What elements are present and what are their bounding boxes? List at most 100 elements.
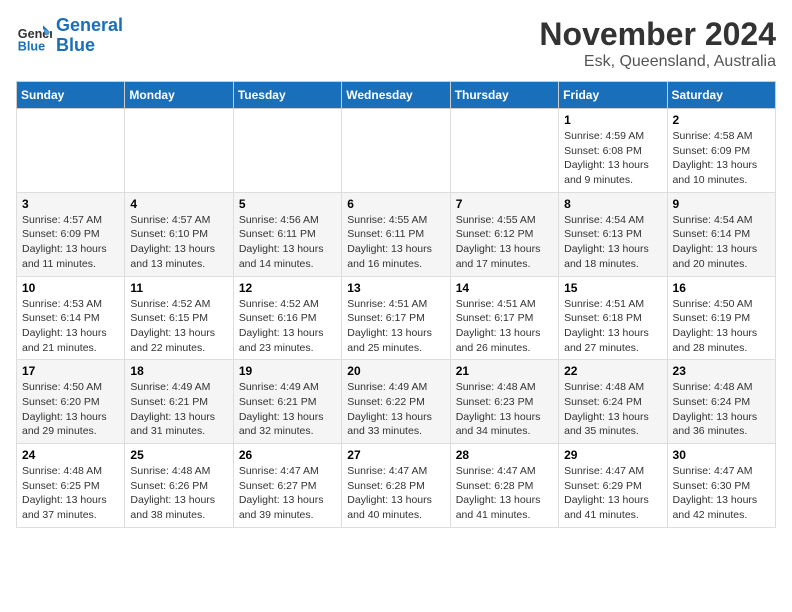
day-info: Sunrise: 4:54 AM Sunset: 6:14 PM Dayligh… xyxy=(673,213,770,272)
page-header: General Blue General Blue November 2024 … xyxy=(16,16,776,71)
calendar-cell: 30 Sunrise: 4:47 AM Sunset: 6:30 PM Dayli… xyxy=(667,444,775,528)
calendar-cell xyxy=(233,109,341,193)
day-number: 13 xyxy=(347,281,444,295)
day-number: 3 xyxy=(22,197,119,211)
day-number: 25 xyxy=(130,448,227,462)
calendar-cell: 25 Sunrise: 4:48 AM Sunset: 6:26 PM Dayli… xyxy=(125,444,233,528)
calendar-week-row: 10Sunrise: 4:53 AM Sunset: 6:14 PM Dayli… xyxy=(17,276,776,360)
day-number: 19 xyxy=(239,364,336,378)
day-info: Sunrise: 4:49 AM Sunset: 6:21 PM Dayligh… xyxy=(130,380,227,439)
day-number: 12 xyxy=(239,281,336,295)
day-info: Sunrise: 4:47 AM Sunset: 6:30 PM Dayligh… xyxy=(673,464,770,523)
day-info: Sunrise: 4:47 AM Sunset: 6:28 PM Dayligh… xyxy=(456,464,553,523)
day-number: 8 xyxy=(564,197,661,211)
calendar-cell xyxy=(17,109,125,193)
calendar-cell: 17 Sunrise: 4:50 AM Sunset: 6:20 PM Dayli… xyxy=(17,360,125,444)
weekday-header: Sunday xyxy=(17,82,125,109)
day-number: 11 xyxy=(130,281,227,295)
day-info: Sunrise: 4:55 AM Sunset: 6:11 PM Dayligh… xyxy=(347,213,444,272)
logo: General Blue General Blue xyxy=(16,16,123,56)
calendar: SundayMondayTuesdayWednesdayThursdayFrid… xyxy=(16,81,776,528)
day-number: 28 xyxy=(456,448,553,462)
day-info: Sunrise: 4:51 AM Sunset: 6:18 PM Dayligh… xyxy=(564,297,661,356)
day-info: Sunrise: 4:47 AM Sunset: 6:28 PM Dayligh… xyxy=(347,464,444,523)
day-number: 9 xyxy=(673,197,770,211)
day-number: 6 xyxy=(347,197,444,211)
day-number: 18 xyxy=(130,364,227,378)
day-number: 17 xyxy=(22,364,119,378)
day-number: 30 xyxy=(673,448,770,462)
title-area: November 2024 Esk, Queensland, Australia xyxy=(539,16,776,71)
calendar-cell xyxy=(125,109,233,193)
day-info: Sunrise: 4:53 AM Sunset: 6:14 PM Dayligh… xyxy=(22,297,119,356)
calendar-cell: 21Sunrise: 4:48 AM Sunset: 6:23 PM Dayli… xyxy=(450,360,558,444)
day-number: 23 xyxy=(673,364,770,378)
day-number: 24 xyxy=(22,448,119,462)
day-info: Sunrise: 4:56 AM Sunset: 6:11 PM Dayligh… xyxy=(239,213,336,272)
weekday-header: Thursday xyxy=(450,82,558,109)
logo-icon: General Blue xyxy=(16,18,52,54)
day-info: Sunrise: 4:57 AM Sunset: 6:09 PM Dayligh… xyxy=(22,213,119,272)
calendar-cell: 24 Sunrise: 4:48 AM Sunset: 6:25 PM Dayli… xyxy=(17,444,125,528)
calendar-cell: 1Sunrise: 4:59 AM Sunset: 6:08 PM Daylig… xyxy=(559,109,667,193)
day-info: Sunrise: 4:48 AM Sunset: 6:25 PM Dayligh… xyxy=(22,464,119,523)
day-number: 2 xyxy=(673,113,770,127)
calendar-cell: 29Sunrise: 4:47 AM Sunset: 6:29 PM Dayli… xyxy=(559,444,667,528)
day-number: 21 xyxy=(456,364,553,378)
day-number: 5 xyxy=(239,197,336,211)
day-number: 4 xyxy=(130,197,227,211)
day-info: Sunrise: 4:51 AM Sunset: 6:17 PM Dayligh… xyxy=(456,297,553,356)
day-number: 27 xyxy=(347,448,444,462)
calendar-cell: 4 Sunrise: 4:57 AM Sunset: 6:10 PM Daylig… xyxy=(125,192,233,276)
calendar-cell: 22 Sunrise: 4:48 AM Sunset: 6:24 PM Dayli… xyxy=(559,360,667,444)
calendar-cell: 20Sunrise: 4:49 AM Sunset: 6:22 PM Dayli… xyxy=(342,360,450,444)
calendar-cell: 23Sunrise: 4:48 AM Sunset: 6:24 PM Dayli… xyxy=(667,360,775,444)
day-number: 20 xyxy=(347,364,444,378)
calendar-cell: 8 Sunrise: 4:54 AM Sunset: 6:13 PM Daylig… xyxy=(559,192,667,276)
month-title: November 2024 xyxy=(539,16,776,53)
calendar-cell: 9 Sunrise: 4:54 AM Sunset: 6:14 PM Daylig… xyxy=(667,192,775,276)
location-title: Esk, Queensland, Australia xyxy=(539,53,776,71)
calendar-cell: 26 Sunrise: 4:47 AM Sunset: 6:27 PM Dayli… xyxy=(233,444,341,528)
calendar-cell: 18 Sunrise: 4:49 AM Sunset: 6:21 PM Dayli… xyxy=(125,360,233,444)
day-info: Sunrise: 4:47 AM Sunset: 6:29 PM Dayligh… xyxy=(564,464,661,523)
weekday-header: Wednesday xyxy=(342,82,450,109)
weekday-header: Friday xyxy=(559,82,667,109)
calendar-cell: 11Sunrise: 4:52 AM Sunset: 6:15 PM Dayli… xyxy=(125,276,233,360)
day-info: Sunrise: 4:50 AM Sunset: 6:19 PM Dayligh… xyxy=(673,297,770,356)
weekday-header-row: SundayMondayTuesdayWednesdayThursdayFrid… xyxy=(17,82,776,109)
day-number: 22 xyxy=(564,364,661,378)
day-number: 1 xyxy=(564,113,661,127)
calendar-cell: 3 Sunrise: 4:57 AM Sunset: 6:09 PM Daylig… xyxy=(17,192,125,276)
weekday-header: Monday xyxy=(125,82,233,109)
day-info: Sunrise: 4:50 AM Sunset: 6:20 PM Dayligh… xyxy=(22,380,119,439)
day-info: Sunrise: 4:51 AM Sunset: 6:17 PM Dayligh… xyxy=(347,297,444,356)
calendar-cell: 16Sunrise: 4:50 AM Sunset: 6:19 PM Dayli… xyxy=(667,276,775,360)
logo-blue: Blue xyxy=(56,35,95,55)
calendar-cell: 19 Sunrise: 4:49 AM Sunset: 6:21 PM Dayli… xyxy=(233,360,341,444)
day-info: Sunrise: 4:52 AM Sunset: 6:16 PM Dayligh… xyxy=(239,297,336,356)
calendar-cell: 10Sunrise: 4:53 AM Sunset: 6:14 PM Dayli… xyxy=(17,276,125,360)
day-info: Sunrise: 4:55 AM Sunset: 6:12 PM Dayligh… xyxy=(456,213,553,272)
day-info: Sunrise: 4:49 AM Sunset: 6:21 PM Dayligh… xyxy=(239,380,336,439)
calendar-cell: 6 Sunrise: 4:55 AM Sunset: 6:11 PM Daylig… xyxy=(342,192,450,276)
calendar-cell: 15Sunrise: 4:51 AM Sunset: 6:18 PM Dayli… xyxy=(559,276,667,360)
svg-text:Blue: Blue xyxy=(18,39,45,53)
day-info: Sunrise: 4:57 AM Sunset: 6:10 PM Dayligh… xyxy=(130,213,227,272)
day-number: 7 xyxy=(456,197,553,211)
calendar-cell: 13 Sunrise: 4:51 AM Sunset: 6:17 PM Dayli… xyxy=(342,276,450,360)
day-number: 14 xyxy=(456,281,553,295)
calendar-week-row: 24 Sunrise: 4:48 AM Sunset: 6:25 PM Dayli… xyxy=(17,444,776,528)
logo-text: General Blue xyxy=(56,16,123,56)
day-number: 26 xyxy=(239,448,336,462)
day-info: Sunrise: 4:48 AM Sunset: 6:26 PM Dayligh… xyxy=(130,464,227,523)
weekday-header: Tuesday xyxy=(233,82,341,109)
weekday-header: Saturday xyxy=(667,82,775,109)
calendar-cell: 27 Sunrise: 4:47 AM Sunset: 6:28 PM Dayli… xyxy=(342,444,450,528)
calendar-week-row: 17 Sunrise: 4:50 AM Sunset: 6:20 PM Dayli… xyxy=(17,360,776,444)
day-info: Sunrise: 4:54 AM Sunset: 6:13 PM Dayligh… xyxy=(564,213,661,272)
calendar-cell: 28 Sunrise: 4:47 AM Sunset: 6:28 PM Dayli… xyxy=(450,444,558,528)
calendar-week-row: 1Sunrise: 4:59 AM Sunset: 6:08 PM Daylig… xyxy=(17,109,776,193)
day-info: Sunrise: 4:47 AM Sunset: 6:27 PM Dayligh… xyxy=(239,464,336,523)
day-info: Sunrise: 4:48 AM Sunset: 6:24 PM Dayligh… xyxy=(564,380,661,439)
